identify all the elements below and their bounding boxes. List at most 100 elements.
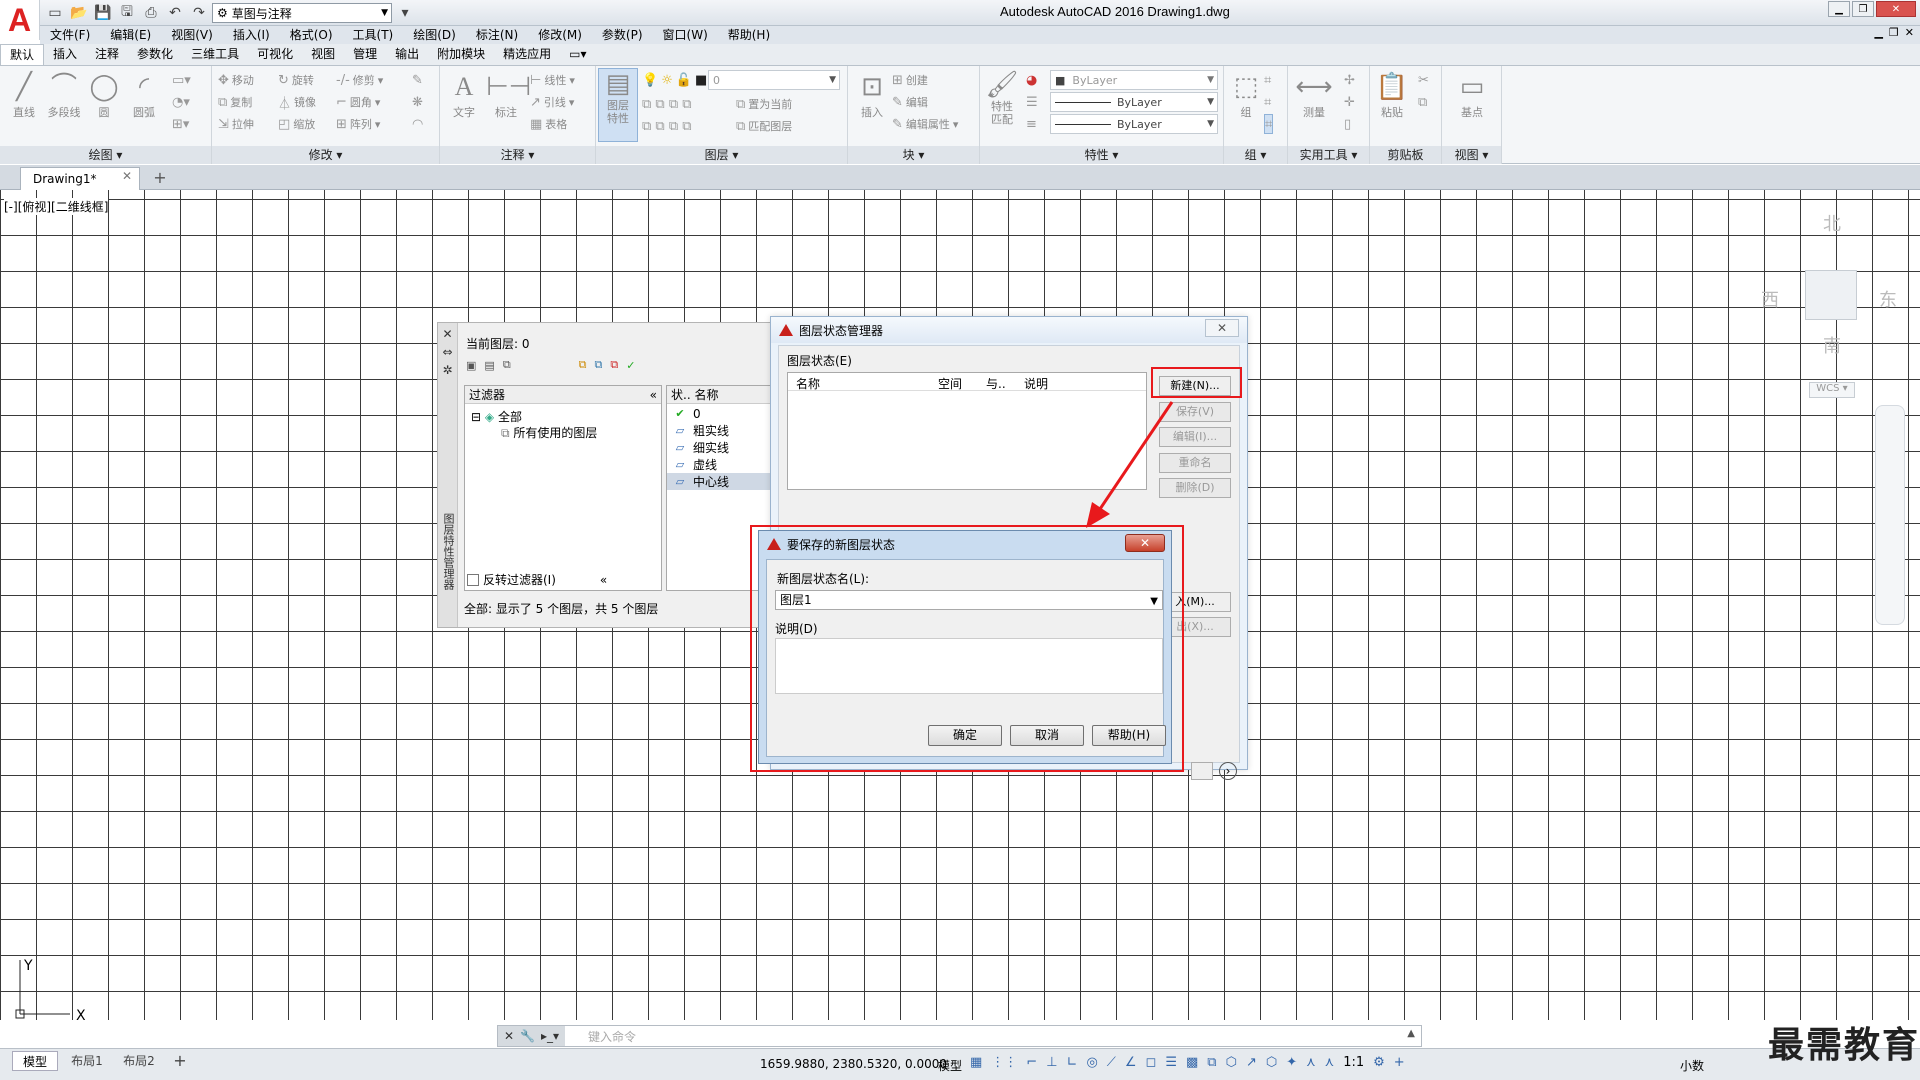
isodraft-icon[interactable]: ⟋ bbox=[1107, 1055, 1116, 1070]
layer-dropdown[interactable]: 0 ▼ bbox=[708, 70, 840, 90]
column-description[interactable]: 说明 bbox=[1024, 375, 1048, 392]
menu-item[interactable]: 编辑(E) bbox=[100, 26, 161, 44]
undo-icon[interactable]: ↶ bbox=[164, 2, 186, 24]
tab-layout1[interactable]: 布局1 bbox=[64, 1051, 110, 1071]
filter-used-layers[interactable]: ⧉ 所有使用的图层 bbox=[501, 424, 597, 441]
layer-row[interactable]: ▱ 虚线 bbox=[667, 456, 775, 473]
menu-item[interactable]: 文件(F) bbox=[40, 26, 100, 44]
table-tool[interactable]: ▦ 表格 bbox=[530, 114, 567, 134]
cut-tool[interactable]: ✂ bbox=[1418, 70, 1429, 90]
filter-all[interactable]: ⊟ ◈ 全部 bbox=[471, 408, 522, 425]
menu-item[interactable]: 插入(I) bbox=[223, 26, 280, 44]
autoscale-icon[interactable]: ⋏ bbox=[1325, 1055, 1335, 1070]
doc-restore-icon[interactable]: ❐ bbox=[1889, 26, 1899, 39]
ribbon-tab[interactable]: 注释 bbox=[86, 44, 128, 65]
trim-tool[interactable]: -/- 修剪 ▾ bbox=[336, 70, 383, 90]
grid-icon[interactable]: ▦ bbox=[970, 1055, 982, 1070]
panel-group-title[interactable]: 组 ▾ bbox=[1224, 146, 1287, 164]
calculator-tool[interactable]: ▯ bbox=[1344, 114, 1351, 134]
group-edit-tool[interactable]: ⌗ bbox=[1264, 92, 1271, 112]
explode-tool[interactable]: ❋ bbox=[412, 92, 423, 112]
viewport-controls[interactable]: [-][俯视][二维线框] bbox=[4, 198, 109, 215]
copy-clip-tool[interactable]: ⧉ bbox=[1418, 92, 1427, 112]
linetype-icon[interactable]: ☰ bbox=[1026, 92, 1038, 112]
checkbox[interactable] bbox=[467, 573, 479, 586]
menu-item[interactable]: 标注(N) bbox=[466, 26, 528, 44]
layer-state-manager-icon[interactable]: ⧉ bbox=[503, 358, 511, 372]
lineweight-dropdown[interactable]: ByLayer ▼ bbox=[1050, 114, 1218, 134]
ribbon-tab[interactable]: 可视化 bbox=[248, 44, 302, 65]
menu-item[interactable]: 格式(O) bbox=[280, 26, 343, 44]
close-icon[interactable]: ✕ bbox=[504, 1029, 514, 1043]
new-property-filter-icon[interactable]: ▣ bbox=[466, 359, 476, 372]
ribbon-tab[interactable]: 参数化 bbox=[128, 44, 182, 65]
dimension-tool[interactable]: ⊢⊣ 标注 bbox=[486, 70, 531, 120]
panel-draw-title[interactable]: 绘图 ▾ bbox=[0, 146, 211, 164]
units-display[interactable]: 小数 bbox=[1680, 1057, 1704, 1074]
lineweight-icon[interactable]: ☰ bbox=[1165, 1055, 1177, 1070]
lineweight-icon[interactable]: ≡ bbox=[1026, 114, 1037, 134]
panel-modify-title[interactable]: 修改 ▾ bbox=[212, 146, 439, 164]
color-dropdown[interactable]: ■ ByLayer ▼ bbox=[1050, 70, 1218, 90]
id-point-tool[interactable]: ✢ bbox=[1344, 70, 1355, 90]
viewcube-west[interactable]: 西 bbox=[1761, 286, 1779, 312]
wcs-menu[interactable]: WCS ▾ bbox=[1809, 382, 1855, 398]
minimize-button[interactable]: ▁ bbox=[1828, 1, 1850, 17]
match-layer-tool[interactable]: ⧉ 匹配图层 bbox=[736, 116, 792, 136]
ribbon-options-icon[interactable]: ▭▾ bbox=[560, 44, 595, 65]
set-current-layer-icon[interactable]: ✓ bbox=[626, 359, 635, 372]
close-icon[interactable]: ✕ bbox=[438, 327, 457, 341]
ribbon-tab[interactable]: 管理 bbox=[344, 44, 386, 65]
rotate-tool[interactable]: ↻ 旋转 bbox=[278, 70, 314, 90]
ribbon-tab[interactable]: 输出 bbox=[386, 44, 428, 65]
gear-icon[interactable]: ⚙ bbox=[1373, 1055, 1385, 1070]
object-snap-icon[interactable]: ◻ bbox=[1146, 1055, 1157, 1070]
dynamic-ucs-icon[interactable]: ↗ bbox=[1246, 1055, 1257, 1070]
layer-row-selected[interactable]: ▱ 中心线 bbox=[667, 473, 775, 490]
add-layout-icon[interactable]: + bbox=[170, 1051, 190, 1071]
ribbon-tab[interactable]: 附加模块 bbox=[428, 44, 494, 65]
new-group-filter-icon[interactable]: ▤ bbox=[484, 359, 494, 372]
layer-tools-row-2[interactable]: ⧉ ⧉ ⧉ ⧉ bbox=[642, 116, 692, 136]
menu-item[interactable]: 视图(V) bbox=[161, 26, 223, 44]
column-name[interactable]: 名称 bbox=[796, 375, 820, 392]
quick-select-tool[interactable]: ✛ bbox=[1344, 92, 1355, 112]
restore-button[interactable]: ❐ bbox=[1852, 1, 1874, 17]
ribbon-tab[interactable]: 默认 bbox=[0, 44, 45, 65]
viewcube-east[interactable]: 东 bbox=[1879, 286, 1897, 312]
save-as-icon[interactable]: 🖫 bbox=[116, 2, 138, 24]
rectangle-tool[interactable]: ▭▾ bbox=[172, 70, 191, 90]
open-file-icon[interactable]: 📂 bbox=[68, 2, 90, 24]
close-icon[interactable]: ✕ bbox=[122, 169, 132, 183]
doc-close-icon[interactable]: ✕ bbox=[1905, 26, 1914, 39]
new-file-icon[interactable]: ▭ bbox=[44, 2, 66, 24]
lsm-title-bar[interactable]: 图层状态管理器 bbox=[771, 317, 1247, 343]
leader-tool[interactable]: ↗ 引线 ▾ bbox=[530, 92, 574, 112]
column-same[interactable]: 与.. bbox=[986, 375, 1006, 392]
layer-row[interactable]: ▱ 粗实线 bbox=[667, 422, 775, 439]
viewcube[interactable]: 北 西 东 南 WCS ▾ bbox=[1755, 210, 1915, 430]
model-space-toggle[interactable]: 模型 bbox=[938, 1057, 962, 1074]
add-tab-icon[interactable]: + bbox=[150, 168, 170, 188]
layer-tools-row-1[interactable]: ⧉ ⧉ ⧉ ⧉ bbox=[642, 94, 692, 114]
autohide-icon[interactable]: ⇔ bbox=[438, 345, 457, 359]
stretch-tool[interactable]: ⇲ 拉伸 bbox=[218, 114, 254, 134]
menu-item[interactable]: 窗口(W) bbox=[653, 26, 718, 44]
move-tool[interactable]: ✥ 移动 bbox=[218, 70, 254, 90]
tab-model[interactable]: 模型 bbox=[12, 1051, 58, 1071]
close-button[interactable]: ✕ bbox=[1876, 1, 1916, 17]
menu-item[interactable]: 绘图(D) bbox=[403, 26, 466, 44]
application-menu-button[interactable]: A bbox=[0, 0, 40, 40]
measure-tool[interactable]: ⟷ 测量 bbox=[1294, 70, 1334, 120]
panel-properties-title[interactable]: 特性 ▾ bbox=[980, 146, 1223, 164]
arc-tool[interactable]: ◜ 圆弧 bbox=[124, 70, 164, 120]
linetype-dropdown[interactable]: ByLayer ▼ bbox=[1050, 92, 1218, 112]
panel-view-title[interactable]: 视图 ▾ bbox=[1442, 146, 1501, 164]
workspace-select[interactable]: ⚙ 草图与注释 ▼ bbox=[212, 3, 392, 23]
ribbon-tab[interactable]: 三维工具 bbox=[182, 44, 248, 65]
group-tool[interactable]: ⬚ 组 bbox=[1226, 70, 1266, 120]
mirror-tool[interactable]: ⏃ 镜像 bbox=[278, 92, 316, 112]
new-layer-vp-frozen-icon[interactable]: ⧉ bbox=[595, 358, 603, 372]
panel-annotation-title[interactable]: 注释 ▾ bbox=[440, 146, 595, 164]
lsm-close-button[interactable] bbox=[1191, 762, 1213, 780]
